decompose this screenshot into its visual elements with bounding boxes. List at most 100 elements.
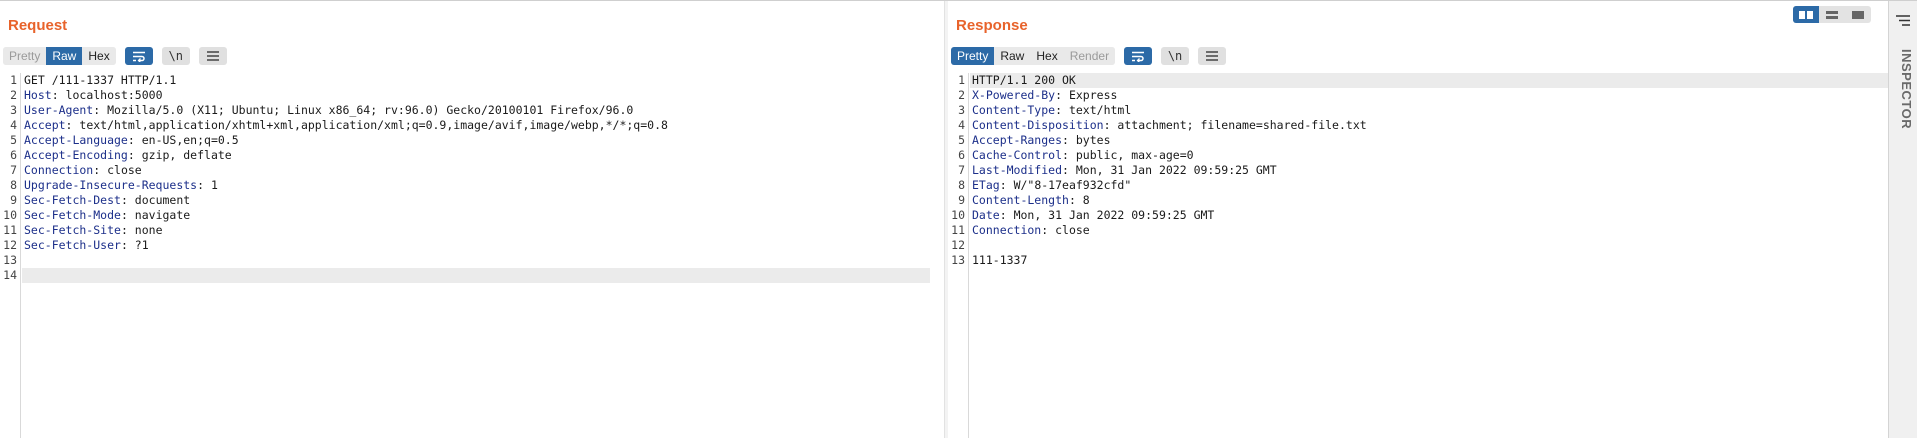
split-rows-button[interactable] xyxy=(1819,6,1845,23)
response-tab-hex[interactable]: Hex xyxy=(1030,47,1064,65)
header-value: bytes xyxy=(1075,133,1111,147)
header-name: Accept-Language xyxy=(24,133,128,147)
response-tab-raw[interactable]: Raw xyxy=(994,47,1031,65)
line-number: 5 xyxy=(958,133,965,147)
hamburger-icon xyxy=(206,51,219,61)
line-content: HTTP/1.1 200 OK xyxy=(972,73,1076,88)
line-number: 4 xyxy=(958,118,965,132)
header-value: gzip, deflate xyxy=(141,148,232,162)
request-tab-raw[interactable]: Raw xyxy=(46,47,83,65)
line-content: Sec-Fetch-Dest: document xyxy=(24,193,191,207)
header-name: X-Powered-By xyxy=(972,88,1056,102)
header-name: Sec-Fetch-User xyxy=(24,238,121,252)
line-number: 1 xyxy=(958,73,965,87)
header-name: Content-Disposition xyxy=(972,118,1104,132)
header-value: public, max-age=0 xyxy=(1075,148,1194,162)
header-name: Accept-Encoding xyxy=(24,148,128,162)
header-name: Accept-Ranges xyxy=(972,133,1063,147)
line-content: Accept-Encoding: gzip, deflate xyxy=(24,148,232,162)
request-editor[interactable]: 1 GET /111-1337 HTTP/1.1 2 Host: localhost:… xyxy=(0,73,944,438)
response-title: Response xyxy=(956,17,1028,34)
header-name: Accept xyxy=(24,118,66,132)
line-number: 9 xyxy=(958,193,965,207)
response-line: 11 Connection: close xyxy=(948,223,1888,238)
line-text: 111-1337 xyxy=(972,253,1028,267)
line-content: 111-1337 xyxy=(972,253,1027,268)
line-content: Host: localhost:5000 xyxy=(24,88,163,102)
line-content: Content-Length: 8 xyxy=(972,193,1090,207)
line-number: 9 xyxy=(10,193,17,207)
header-value: attachment; filename=shared-file.txt xyxy=(1117,118,1367,132)
panel-menu-button[interactable] xyxy=(1896,13,1910,31)
header-value: document xyxy=(134,193,191,207)
request-wrap-lines-button[interactable] xyxy=(124,47,153,65)
response-editor[interactable]: 1 HTTP/1.1 200 OK 2 X-Powered-By: Express 3 C… xyxy=(948,73,1888,438)
header-name: Sec-Fetch-Dest xyxy=(24,193,121,207)
line-number: 8 xyxy=(10,178,17,192)
request-show-newlines-button[interactable]: \n xyxy=(161,47,190,65)
header-value: W/"8-17eaf932cfd" xyxy=(1013,178,1132,192)
response-line: 3 Content-Type: text/html xyxy=(948,103,1888,118)
request-title: Request xyxy=(8,17,68,34)
response-line: 6 Cache-Control: public, max-age=0 xyxy=(948,148,1888,163)
response-toolbar: Pretty Raw Hex Render \n xyxy=(951,47,1227,65)
line-number: 1 xyxy=(10,73,17,87)
wrap-lines-icon xyxy=(1132,51,1145,62)
response-show-newlines-button[interactable]: \n xyxy=(1161,47,1190,65)
request-line: 4 Accept: text/html,application/xhtml+xml… xyxy=(0,118,944,133)
request-menu-button[interactable] xyxy=(198,47,227,65)
split-columns-icon xyxy=(1799,10,1813,19)
header-value: ?1 xyxy=(134,238,149,252)
line-number: 10 xyxy=(3,208,17,222)
request-tab-hex[interactable]: Hex xyxy=(82,47,116,65)
response-lines: 1 HTTP/1.1 200 OK 2 X-Powered-By: Express 3 C… xyxy=(948,73,1888,268)
line-content: X-Powered-By: Express xyxy=(972,88,1118,102)
line-content: Cache-Control: public, max-age=0 xyxy=(972,148,1194,162)
header-name: ETag xyxy=(972,178,1000,192)
header-value: none xyxy=(134,223,163,237)
panel-menu-icon xyxy=(1896,15,1910,26)
request-pane: Request Pretty Raw Hex \n 1 GET /111-1337… xyxy=(0,1,944,438)
wrap-lines-icon xyxy=(132,51,145,62)
inspector-tab[interactable]: INSPECTOR xyxy=(1892,49,1914,129)
request-line: 14 xyxy=(0,268,944,283)
header-name: Content-Length xyxy=(972,193,1069,207)
header-name: Sec-Fetch-Site xyxy=(24,223,121,237)
response-line: 7 Last-Modified: Mon, 31 Jan 2022 09:59:2… xyxy=(948,163,1888,178)
line-number: 13 xyxy=(3,253,17,267)
request-line: 9 Sec-Fetch-Dest: document xyxy=(0,193,944,208)
request-line: 7 Connection: close xyxy=(0,163,944,178)
line-number: 7 xyxy=(10,163,17,177)
line-number: 12 xyxy=(3,238,17,252)
single-pane-button[interactable] xyxy=(1845,6,1871,23)
response-line: 13 111-1337 xyxy=(948,253,1888,268)
split-columns-button[interactable] xyxy=(1793,6,1819,23)
line-number: 12 xyxy=(951,238,965,252)
header-value: navigate xyxy=(134,208,191,222)
response-tab-pretty[interactable]: Pretty xyxy=(951,47,995,65)
response-tab-render[interactable]: Render xyxy=(1063,47,1116,65)
line-number: 6 xyxy=(958,148,965,162)
request-line: 11 Sec-Fetch-Site: none xyxy=(0,223,944,238)
line-number: 14 xyxy=(3,268,17,282)
line-content: Accept-Language: en-US,en;q=0.5 xyxy=(24,133,239,147)
line-content: Sec-Fetch-Mode: navigate xyxy=(24,208,191,222)
line-text: GET /111-1337 HTTP/1.1 xyxy=(24,73,177,87)
request-line: 1 GET /111-1337 HTTP/1.1 xyxy=(0,73,944,88)
header-value: close xyxy=(107,163,142,177)
response-wrap-lines-button[interactable] xyxy=(1124,47,1153,65)
header-name: User-Agent xyxy=(24,103,94,117)
header-name: Connection xyxy=(972,223,1042,237)
split-rows-icon xyxy=(1826,10,1838,19)
response-line: 5 Accept-Ranges: bytes xyxy=(948,133,1888,148)
response-menu-button[interactable] xyxy=(1198,47,1227,65)
line-text: HTTP/1.1 200 OK xyxy=(972,73,1076,87)
line-content: Sec-Fetch-Site: none xyxy=(24,223,163,237)
hamburger-icon xyxy=(1206,51,1219,61)
single-pane-icon xyxy=(1852,10,1864,19)
line-number: 3 xyxy=(10,103,17,117)
request-tab-pretty[interactable]: Pretty xyxy=(3,47,47,65)
line-number: 5 xyxy=(10,133,17,147)
header-value: text/html,application/xhtml+xml,applicat… xyxy=(79,118,668,132)
header-value: 1 xyxy=(210,178,218,192)
